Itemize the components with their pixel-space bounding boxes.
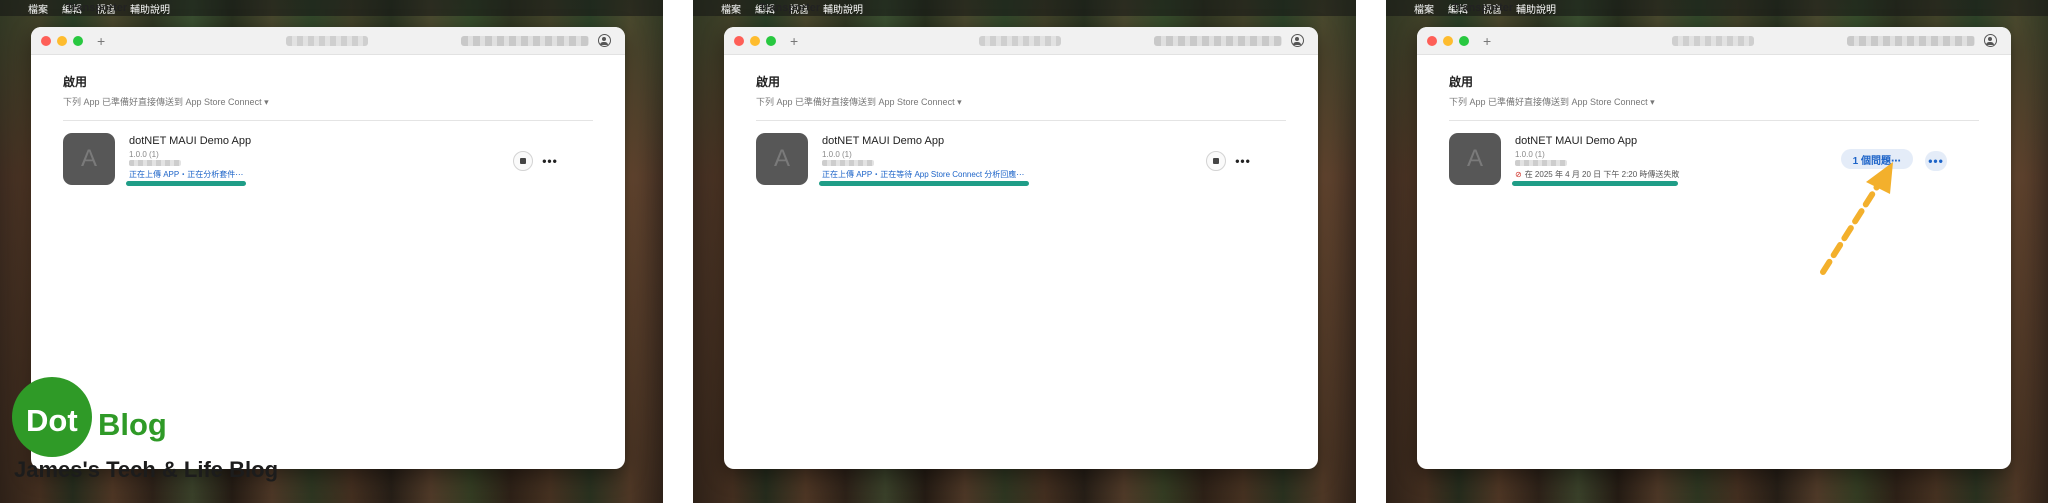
stop-button[interactable] <box>513 151 533 171</box>
transporter-window: + 啟用 下列 App 已準備好直接傳送到 App Store Connect … <box>31 27 625 469</box>
transporter-window: + 啟用 下列 App 已準備好直接傳送到 App Store Connect … <box>724 27 1318 469</box>
stop-icon <box>1213 158 1219 164</box>
redacted-bundle-id <box>822 160 874 166</box>
window-controls <box>734 35 776 46</box>
add-icon[interactable]: + <box>97 34 105 48</box>
app-name: dotNET MAUI Demo App <box>822 135 945 147</box>
title-bar: + <box>1417 27 2011 55</box>
app-row[interactable]: A dotNET MAUI Demo App 1.0.0 (1) 正在上傳 AP… <box>63 133 593 189</box>
app-store-icon: A <box>773 145 790 172</box>
app-version: 1.0.0 (1) <box>822 150 852 159</box>
section-subtitle[interactable]: 下列 App 已準備好直接傳送到 App Store Connect ▾ <box>63 95 593 108</box>
annotation-arrow-icon <box>1820 162 1893 275</box>
title-bar: + <box>31 27 625 55</box>
title-bar: + <box>724 27 1318 55</box>
menu-app-name[interactable]: Transporter <box>759 2 820 14</box>
app-icon: A <box>756 133 808 185</box>
add-icon[interactable]: + <box>1483 34 1491 48</box>
upload-status: 正在上傳 APP・正在等待 App Store Connect 分析回應⋯ <box>822 170 1025 179</box>
menu-file[interactable]: 檔案 <box>721 1 741 16</box>
minimize-button[interactable] <box>57 35 67 46</box>
status-highlight-underline <box>1512 181 1678 186</box>
menu-bar: Transporter 檔案 編輯 視窗 輔助說明 <box>1386 0 2048 16</box>
app-name: dotNET MAUI Demo App <box>129 135 252 147</box>
add-icon[interactable]: + <box>790 34 798 48</box>
logo-blog-text: Blog <box>98 407 167 442</box>
status-highlight-underline <box>126 181 246 186</box>
app-store-icon: A <box>80 145 97 172</box>
redacted-account-email <box>1847 36 1975 46</box>
more-options-button[interactable]: ••• <box>1232 151 1254 171</box>
app-icon: A <box>63 133 115 185</box>
screenshot-panel-failed: Transporter 檔案 編輯 視窗 輔助說明 + 啟用 下列 App 已準… <box>1386 0 2048 503</box>
close-button[interactable] <box>1427 35 1437 46</box>
redacted-bundle-id <box>129 160 181 166</box>
menu-file[interactable]: 檔案 <box>1414 1 1434 16</box>
upload-failed-status: ⊘ 在 2025 年 4 月 20 日 下午 2:20 時傳送失敗 <box>1515 169 1679 180</box>
minimize-button[interactable] <box>750 35 760 46</box>
app-icon: A <box>1449 133 1501 185</box>
transporter-window: + 啟用 下列 App 已準備好直接傳送到 App Store Connect … <box>1417 27 2011 469</box>
redacted-window-title <box>979 36 1061 46</box>
stop-icon <box>520 158 526 164</box>
window-controls <box>41 35 83 46</box>
zoom-button[interactable] <box>73 35 83 46</box>
menu-help[interactable]: 輔助說明 <box>1516 1 1556 16</box>
redacted-window-title <box>286 36 368 46</box>
section-title: 啟用 <box>63 75 88 89</box>
menu-app-name[interactable]: Transporter <box>1452 2 1513 14</box>
account-icon[interactable] <box>1291 34 1304 47</box>
menu-file[interactable]: 檔案 <box>28 1 48 16</box>
zoom-button[interactable] <box>766 35 776 46</box>
section-title: 啟用 <box>756 75 781 89</box>
upload-status: 正在上傳 APP・正在分析套件⋯ <box>129 170 244 179</box>
divider <box>63 120 593 121</box>
error-icon: ⊘ <box>1515 170 1522 179</box>
more-options-button[interactable]: ••• <box>1925 151 1947 171</box>
stop-button[interactable] <box>1206 151 1226 171</box>
upload-failed-text: 在 2025 年 4 月 20 日 下午 2:20 時傳送失敗 <box>1524 170 1680 179</box>
app-version: 1.0.0 (1) <box>129 150 159 159</box>
redacted-account-email <box>1154 36 1282 46</box>
app-store-icon: A <box>1466 145 1483 172</box>
app-name: dotNET MAUI Demo App <box>1515 135 1638 147</box>
logo-tagline: James's Tech & Life Blog <box>14 457 279 482</box>
menu-help[interactable]: 輔助說明 <box>823 1 863 16</box>
redacted-window-title <box>1672 36 1754 46</box>
more-options-button[interactable]: ••• <box>539 151 561 171</box>
zoom-button[interactable] <box>1459 35 1469 46</box>
account-icon[interactable] <box>1984 34 1997 47</box>
menu-help[interactable]: 輔助說明 <box>130 1 170 16</box>
menu-app-name[interactable]: Transporter <box>66 2 127 14</box>
section-subtitle[interactable]: 下列 App 已準備好直接傳送到 App Store Connect ▾ <box>756 95 1286 108</box>
window-controls <box>1427 35 1469 46</box>
redacted-bundle-id <box>1515 160 1567 166</box>
divider <box>756 120 1286 121</box>
status-highlight-underline <box>819 181 1029 186</box>
menu-bar: Transporter 檔案 編輯 視窗 輔助說明 <box>0 0 663 16</box>
redacted-account-email <box>461 36 589 46</box>
close-button[interactable] <box>734 35 744 46</box>
logo-dot-text: Dot <box>26 403 78 438</box>
section-subtitle[interactable]: 下列 App 已準備好直接傳送到 App Store Connect ▾ <box>1449 95 1979 108</box>
app-row[interactable]: A dotNET MAUI Demo App 1.0.0 (1) 正在上傳 AP… <box>756 133 1286 189</box>
section-title: 啟用 <box>1449 75 1474 89</box>
menu-bar: Transporter 檔案 編輯 視窗 輔助說明 <box>693 0 1356 16</box>
screenshot-panel-waiting: Transporter 檔案 編輯 視窗 輔助說明 + 啟用 下列 App 已準… <box>693 0 1356 503</box>
minimize-button[interactable] <box>1443 35 1453 46</box>
account-icon[interactable] <box>598 34 611 47</box>
app-version: 1.0.0 (1) <box>1515 150 1545 159</box>
divider <box>1449 120 1979 121</box>
close-button[interactable] <box>41 35 51 46</box>
